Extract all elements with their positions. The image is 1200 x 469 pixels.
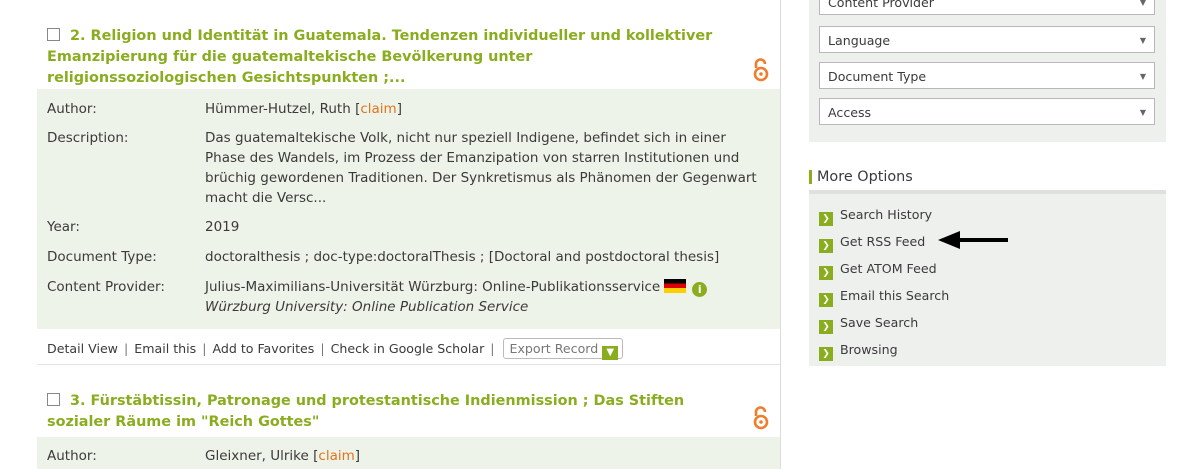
open-access-lock-icon bbox=[753, 406, 769, 430]
document-type-select[interactable]: Document Type ▼ bbox=[819, 62, 1155, 89]
document-type-label: Document Type: bbox=[47, 249, 157, 265]
more-options-panel: ❯ Search History ❯ Get RSS Feed ❯ Get ATOM … bbox=[809, 194, 1166, 366]
author-value: Hümmer-Hutzel, Ruth [claim] bbox=[205, 99, 765, 119]
content-provider-select[interactable]: Content Provider ▼ bbox=[819, 0, 1155, 15]
chevron-right-icon: ❯ bbox=[819, 266, 833, 280]
caret-down-icon: ▼ bbox=[1139, 36, 1146, 45]
browsing-link[interactable]: ❯ Browsing bbox=[819, 341, 898, 361]
result-actions-bar: Detail View | Email this | Add to Favorites |… bbox=[47, 338, 624, 360]
email-this-link[interactable]: Email this bbox=[134, 341, 196, 356]
select-label: Access bbox=[828, 105, 872, 120]
caret-down-icon: ▼ bbox=[1139, 0, 1146, 7]
author-value: Gleixner, Ulrike [claim] bbox=[205, 446, 765, 466]
export-record-label: Export Record bbox=[509, 341, 599, 356]
select-label: Content Provider bbox=[828, 0, 934, 10]
chevron-right-icon: ❯ bbox=[819, 347, 833, 361]
email-this-search-link[interactable]: ❯ Email this Search bbox=[819, 287, 949, 307]
separator: | bbox=[124, 341, 129, 356]
result-title-link[interactable]: 3. Fürstäbtissin, Patronage und protesta… bbox=[47, 391, 727, 433]
get-rss-feed-link[interactable]: ❯ Get RSS Feed bbox=[819, 233, 925, 253]
germany-flag-icon bbox=[664, 279, 687, 293]
content-provider-value: Julius-Maximilians-Universität Würzburg:… bbox=[205, 277, 765, 317]
year-label: Year: bbox=[47, 219, 80, 235]
document-type-value: doctoralthesis ; doc-type:doctoralThesis… bbox=[205, 249, 720, 265]
author-label: Author: bbox=[47, 101, 97, 117]
separator: | bbox=[320, 341, 325, 356]
author-name[interactable]: Gleixner, Ulrike bbox=[205, 448, 309, 464]
search-history-link[interactable]: ❯ Search History bbox=[819, 206, 932, 226]
detail-view-link[interactable]: Detail View bbox=[47, 341, 118, 356]
language-select[interactable]: Language ▼ bbox=[819, 26, 1155, 53]
chevron-right-icon: ❯ bbox=[819, 320, 833, 334]
result-title-link[interactable]: 2. Religion und Identität in Guatemala. … bbox=[47, 26, 727, 89]
info-icon[interactable]: i bbox=[692, 282, 708, 297]
check-google-scholar-link[interactable]: Check in Google Scholar bbox=[331, 341, 485, 356]
result-title-text[interactable]: 2. Religion und Identität in Guatemala. … bbox=[47, 28, 712, 86]
open-access-lock-icon bbox=[753, 58, 769, 82]
claim-bracket-close: ] bbox=[354, 448, 361, 464]
separator: | bbox=[490, 341, 495, 356]
option-label: Get ATOM Feed bbox=[840, 261, 937, 276]
results-list: 2. Religion und Identität in Guatemala. … bbox=[37, 0, 781, 469]
result-details-panel: Author: Gleixner, Ulrike [claim] bbox=[37, 437, 780, 469]
description-value: Das guatemaltekische Volk, nicht nur spe… bbox=[205, 130, 757, 206]
select-label: Document Type bbox=[828, 69, 927, 84]
chevron-down-icon: ▼ bbox=[602, 346, 619, 360]
claim-bracket-close: ] bbox=[396, 101, 402, 117]
facet-filters: Content Provider ▼ Language ▼ Document T… bbox=[809, 0, 1166, 142]
chevron-right-icon: ❯ bbox=[819, 239, 833, 253]
content-provider-label: Content Provider: bbox=[47, 279, 165, 295]
option-label: Search History bbox=[840, 207, 933, 222]
result-select-checkbox[interactable] bbox=[47, 28, 60, 41]
more-options-heading: More Options bbox=[809, 168, 913, 186]
select-label: Language bbox=[828, 33, 891, 48]
add-to-favorites-link[interactable]: Add to Favorites bbox=[212, 341, 314, 356]
chevron-right-icon: ❯ bbox=[819, 212, 833, 226]
caret-down-icon: ▼ bbox=[1139, 108, 1146, 117]
content-provider-name: Julius-Maximilians-Universität Würzburg:… bbox=[205, 279, 661, 295]
author-label: Author: bbox=[47, 448, 97, 464]
claim-link[interactable]: claim bbox=[360, 101, 396, 117]
result-title-text[interactable]: 3. Fürstäbtissin, Patronage und protesta… bbox=[47, 393, 684, 430]
export-record-button[interactable]: Export Record ▼ bbox=[502, 338, 624, 360]
year-value: 2019 bbox=[205, 219, 240, 235]
get-atom-feed-link[interactable]: ❯ Get ATOM Feed bbox=[819, 260, 937, 280]
separator: | bbox=[202, 341, 207, 356]
chevron-right-icon: ❯ bbox=[819, 293, 833, 307]
content-provider-english: Würzburg University: Online Publication … bbox=[205, 299, 529, 315]
result-select-checkbox[interactable] bbox=[47, 393, 60, 406]
result-divider bbox=[37, 364, 780, 365]
option-label: Get RSS Feed bbox=[840, 234, 926, 249]
result-details-panel: Author: Hümmer-Hutzel, Ruth [claim] Desc… bbox=[37, 89, 780, 329]
save-search-link[interactable]: ❯ Save Search bbox=[819, 314, 918, 334]
option-label: Browsing bbox=[840, 342, 898, 357]
option-label: Save Search bbox=[840, 315, 919, 330]
option-label: Email this Search bbox=[840, 288, 950, 303]
caret-down-icon: ▼ bbox=[1139, 72, 1146, 81]
black-arrow-icon bbox=[938, 231, 1008, 249]
description-label: Description: bbox=[47, 130, 129, 146]
access-select[interactable]: Access ▼ bbox=[819, 98, 1155, 125]
claim-link[interactable]: claim bbox=[318, 448, 354, 464]
author-name[interactable]: Hümmer-Hutzel, Ruth bbox=[205, 101, 351, 117]
